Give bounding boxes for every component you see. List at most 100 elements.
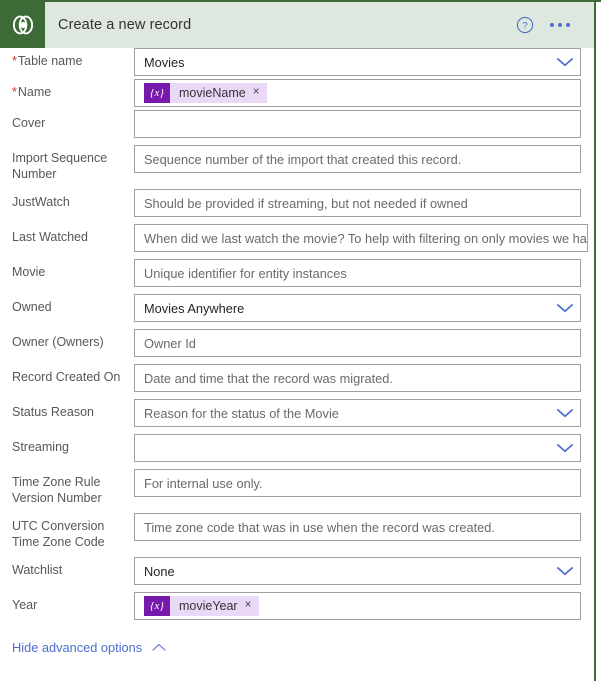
field-wrap: {x} movieYear × (134, 592, 594, 620)
field-wrap: Unique identifier for entity instances (134, 259, 594, 287)
field-value: None (144, 563, 175, 579)
chevron-down-icon[interactable] (550, 565, 580, 577)
token-label: movieName (179, 86, 246, 100)
form-row: JustWatch Should be provided if streaming… (0, 189, 594, 217)
field-wrap: Sequence number of the import that creat… (134, 145, 594, 173)
field-label: Year (0, 592, 134, 614)
field-wrap: Reason for the status of the Movie (134, 399, 594, 427)
field-label-text: Owned (12, 300, 52, 314)
field-label: Status Reason (0, 399, 134, 421)
field-wrap: Owner Id (134, 329, 594, 357)
field-label: *Table name (0, 48, 134, 70)
ellipsis-icon[interactable] (548, 19, 572, 31)
field-label: Movie (0, 259, 134, 281)
chevron-down-icon[interactable] (550, 442, 580, 454)
field-label: Streaming (0, 434, 134, 456)
record-form: *Table name Movies *Name {x} movieName × Cover… (0, 48, 594, 627)
required-asterisk: * (12, 54, 17, 68)
field-text-input[interactable]: Should be provided if streaming, but not… (134, 189, 581, 217)
field-wrap: When did we last watch the movie? To hel… (134, 224, 601, 252)
field-label-text: Status Reason (12, 405, 94, 419)
form-row: UTC Conversion Time Zone Code Time zone c… (0, 513, 594, 550)
field-text-input[interactable]: For internal use only. (134, 469, 581, 497)
card-right-border (594, 0, 596, 681)
form-row: Last Watched When did we last watch the m… (0, 224, 594, 252)
field-dropdown[interactable] (134, 434, 581, 462)
field-dropdown[interactable]: None (134, 557, 581, 585)
token-label: movieYear (179, 599, 238, 613)
field-wrap: For internal use only. (134, 469, 594, 497)
field-label: Watchlist (0, 557, 134, 579)
field-label-text: Time Zone Rule Version Number (12, 475, 102, 505)
field-label-text: JustWatch (12, 195, 70, 209)
field-dropdown[interactable]: Movies Anywhere (134, 294, 581, 322)
field-label: UTC Conversion Time Zone Code (0, 513, 134, 550)
field-placeholder: Unique identifier for entity instances (144, 265, 347, 281)
token-remove-icon[interactable]: × (253, 87, 268, 99)
dataverse-icon (0, 2, 45, 48)
required-asterisk: * (12, 85, 17, 99)
field-text-input[interactable]: Sequence number of the import that creat… (134, 145, 581, 173)
field-label: *Name (0, 79, 134, 101)
chevron-down-icon[interactable] (550, 407, 580, 419)
form-row: *Table name Movies (0, 48, 594, 76)
field-label-text: Last Watched (12, 230, 88, 244)
card-title: Create a new record (58, 17, 192, 33)
field-token-input[interactable]: {x} movieYear × (134, 592, 581, 620)
field-wrap: Movies (134, 48, 594, 76)
field-label: JustWatch (0, 189, 134, 211)
card-header: Create a new record ? (0, 2, 594, 48)
hide-advanced-options-toggle[interactable]: Hide advanced options (12, 640, 167, 655)
field-wrap: Time zone code that was in use when the … (134, 513, 594, 541)
field-placeholder: Sequence number of the import that creat… (144, 151, 462, 167)
form-row: Watchlist None (0, 557, 594, 585)
field-text-input[interactable]: When did we last watch the movie? To hel… (134, 224, 588, 252)
field-placeholder: Date and time that the record was migrat… (144, 370, 393, 386)
field-label-text: Import Sequence Number (12, 151, 108, 181)
form-row: Cover (0, 110, 594, 138)
field-placeholder: Should be provided if streaming, but not… (144, 195, 468, 211)
expression-icon: {x} (144, 83, 170, 103)
field-dropdown[interactable]: Movies (134, 48, 581, 76)
field-label-text: Cover (12, 116, 46, 130)
field-text-input[interactable]: Date and time that the record was migrat… (134, 364, 581, 392)
create-record-card: Create a new record ? *Table name Movies *… (0, 0, 601, 681)
field-placeholder: When did we last watch the movie? To hel… (144, 230, 587, 246)
field-wrap: Should be provided if streaming, but not… (134, 189, 594, 217)
header-actions: ? (516, 16, 594, 34)
field-wrap: Movies Anywhere (134, 294, 594, 322)
form-row: Import Sequence Number Sequence number of… (0, 145, 594, 182)
field-label: Time Zone Rule Version Number (0, 469, 134, 506)
dynamic-content-token[interactable]: {x} movieYear × (144, 596, 260, 616)
expression-icon: {x} (144, 596, 170, 616)
help-circle-icon[interactable]: ? (516, 16, 534, 34)
form-row: *Name {x} movieName × (0, 79, 594, 107)
chevron-down-icon[interactable] (550, 302, 580, 314)
form-row: Time Zone Rule Version Number For interna… (0, 469, 594, 506)
field-value: Movies (144, 54, 185, 70)
field-text-input[interactable]: Unique identifier for entity instances (134, 259, 581, 287)
field-label: Owned (0, 294, 134, 316)
svg-text:?: ? (522, 21, 527, 32)
field-label-text: Streaming (12, 440, 69, 454)
field-token-input[interactable]: {x} movieName × (134, 79, 581, 107)
field-label-text: Year (12, 598, 38, 612)
token-remove-icon[interactable]: × (245, 600, 260, 612)
chevron-up-icon (152, 643, 167, 652)
field-label-text: Movie (12, 265, 46, 279)
field-wrap: Date and time that the record was migrat… (134, 364, 594, 392)
field-dropdown[interactable]: Reason for the status of the Movie (134, 399, 581, 427)
field-wrap: None (134, 557, 594, 585)
field-label: Cover (0, 110, 134, 132)
field-value: Movies Anywhere (144, 300, 245, 316)
field-wrap: {x} movieName × (134, 79, 594, 107)
field-label-text: UTC Conversion Time Zone Code (12, 519, 105, 549)
field-text-input[interactable] (134, 110, 581, 138)
dynamic-content-token[interactable]: {x} movieName × (144, 83, 268, 103)
field-text-input[interactable]: Owner Id (134, 329, 581, 357)
field-label: Record Created On (0, 364, 134, 386)
chevron-down-icon[interactable] (550, 56, 580, 68)
field-placeholder: Time zone code that was in use when the … (144, 519, 495, 535)
field-text-input[interactable]: Time zone code that was in use when the … (134, 513, 581, 541)
form-row: Owner (Owners) Owner Id (0, 329, 594, 357)
